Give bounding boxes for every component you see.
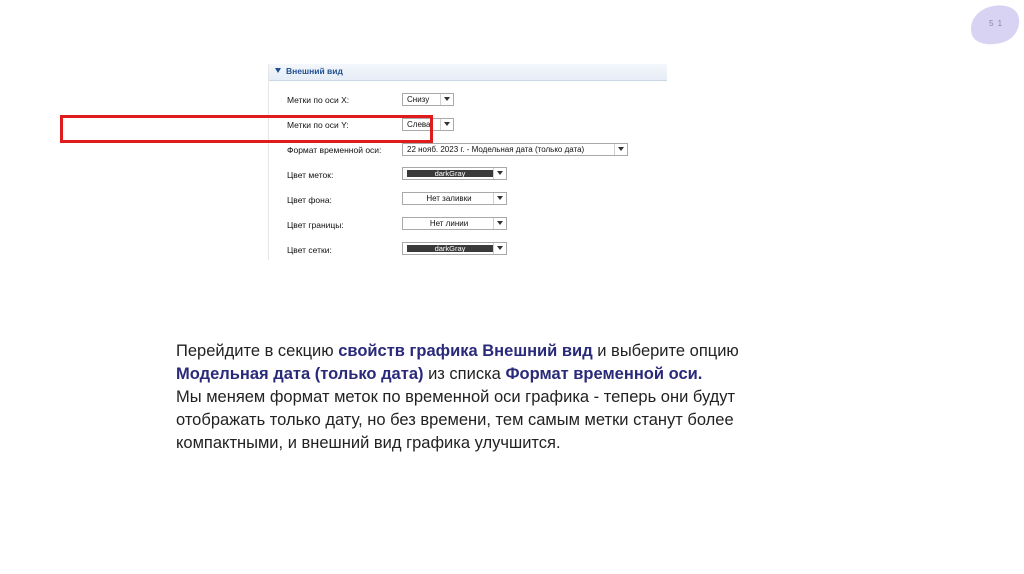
highlight-text: свойств графика Внешний вид: [338, 342, 593, 360]
section-header[interactable]: Внешний вид: [269, 64, 667, 81]
highlight-text: Модельная дата (только дата): [176, 365, 424, 383]
text-part: и выберите опцию: [592, 342, 739, 360]
select-value: darkGray: [434, 169, 466, 178]
border-color-select[interactable]: Нет линии: [402, 217, 507, 230]
background-color-select[interactable]: Нет заливки: [402, 192, 507, 205]
select-value: 22 нояб. 2023 г. - Модельная дата (тольк…: [407, 145, 585, 154]
chevron-down-icon[interactable]: [440, 94, 453, 105]
select-value: Нет заливки: [426, 194, 472, 203]
description-line-2: Модельная дата (только дата) из списка Ф…: [176, 363, 796, 386]
text-part: Перейдите в секцию: [176, 342, 339, 360]
label-color-label: Цвет меток:: [287, 170, 334, 180]
description-text: Перейдите в секцию свойств графика Внешн…: [176, 340, 796, 455]
select-value: Нет линии: [429, 219, 469, 228]
chevron-down-icon[interactable]: [493, 193, 506, 204]
select-value: Снизу: [407, 95, 430, 104]
highlight-text: Формат временной оси.: [505, 365, 703, 383]
chevron-down-icon[interactable]: [614, 144, 627, 155]
select-value: darkGray: [434, 244, 466, 253]
page-number: 5 1: [988, 19, 1004, 28]
x-axis-labels-select[interactable]: Снизу: [402, 93, 454, 106]
color-swatch: darkGray: [407, 170, 493, 177]
description-line-1: Перейдите в секцию свойств графика Внешн…: [176, 340, 796, 363]
time-axis-format-label: Формат временной оси:: [287, 145, 382, 155]
chevron-down-icon[interactable]: [493, 218, 506, 229]
color-swatch: darkGray: [407, 245, 493, 252]
chevron-down-icon[interactable]: [440, 119, 453, 130]
chevron-down-icon[interactable]: [493, 168, 506, 179]
collapse-arrow-icon[interactable]: [275, 68, 281, 73]
properties-panel: Внешний вид Метки по оси X: Снизу Метки …: [268, 64, 667, 260]
section-title: Внешний вид: [286, 66, 343, 76]
red-highlight-box: [60, 115, 433, 143]
description-line-4: отображать только дату, но без времени, …: [176, 411, 734, 429]
description-line-5: компактными, и внешний вид графика улучш…: [176, 434, 561, 452]
grid-color-label: Цвет сетки:: [287, 245, 332, 255]
grid-color-select[interactable]: darkGray: [402, 242, 507, 255]
label-color-select[interactable]: darkGray: [402, 167, 507, 180]
description-line-3: Мы меняем формат меток по временной оси …: [176, 388, 736, 406]
time-axis-format-select[interactable]: 22 нояб. 2023 г. - Модельная дата (тольк…: [402, 143, 628, 156]
text-part: из списка: [423, 365, 506, 383]
border-color-label: Цвет границы:: [287, 220, 344, 230]
x-axis-labels-label: Метки по оси X:: [287, 95, 350, 105]
background-color-label: Цвет фона:: [287, 195, 332, 205]
chevron-down-icon[interactable]: [493, 243, 506, 254]
slide: 5 1 Внешний вид Метки по оси X: Снизу Ме…: [0, 0, 1024, 574]
